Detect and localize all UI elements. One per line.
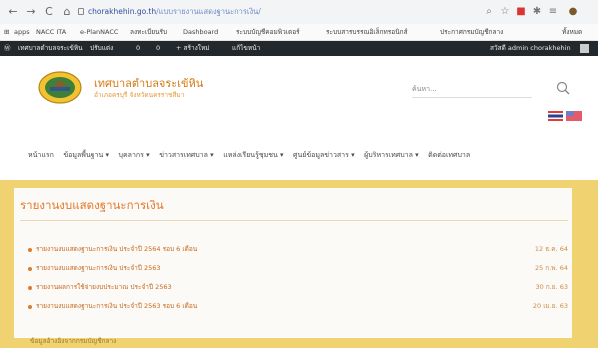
- nav-home[interactable]: หน้าแรก: [28, 150, 54, 161]
- bookmark-item[interactable]: ทั้งหมด: [562, 24, 582, 40]
- bookmark-item[interactable]: NACC ITA: [36, 24, 66, 40]
- user-avatar-icon[interactable]: [580, 44, 589, 53]
- admin-updates[interactable]: 0: [136, 41, 140, 56]
- bookmark-item[interactable]: ระบบบัญชีคอมพิวเตอร์: [236, 24, 300, 40]
- bullet-icon: [28, 305, 32, 309]
- search-icon[interactable]: [555, 80, 571, 96]
- nav-contact[interactable]: ติดต่อเทศบาล: [428, 150, 470, 161]
- nav-learning[interactable]: แหล่งเรียนรู้ชุมชน ▾: [223, 150, 283, 161]
- admin-bar: Ⓦ เทศบาลตำบลจระเข้หิน ปรับแต่ง 0 0 + สร้…: [0, 41, 598, 56]
- admin-customize[interactable]: ปรับแต่ง: [90, 41, 113, 56]
- back-icon[interactable]: ←: [6, 5, 20, 19]
- list-item-date: 12 ธ.ค. 64: [534, 245, 568, 253]
- language-flags: [548, 111, 582, 121]
- admin-site-link[interactable]: เทศบาลตำบลจระเข้หิน: [18, 41, 83, 56]
- search-input[interactable]: ค้นหา...: [412, 84, 532, 98]
- avatar[interactable]: ●: [566, 5, 580, 19]
- bullet-icon: [28, 267, 32, 271]
- bullet-icon: [28, 286, 32, 290]
- puzzle-icon[interactable]: ✱: [530, 5, 544, 19]
- admin-comments[interactable]: 0: [156, 41, 160, 56]
- title-divider: [20, 220, 568, 221]
- home-icon[interactable]: ⌂: [60, 5, 74, 19]
- bookmark-item[interactable]: apps: [14, 24, 30, 40]
- reload-icon[interactable]: C: [42, 5, 56, 19]
- list-item-date: 20 เม.ย. 63: [532, 302, 568, 310]
- admin-edit-page[interactable]: แก้ไขหน้า: [232, 41, 260, 56]
- apps-icon[interactable]: ⊞: [4, 24, 9, 40]
- bookmark-item[interactable]: e-PlanNACC: [80, 24, 118, 40]
- bullet-icon: [28, 248, 32, 252]
- list-item-title[interactable]: รายงานผลการใช้จ่ายงบประมาณ ประจำปี 2563: [36, 282, 172, 292]
- bookmark-item[interactable]: ลงทะเบียนรับ: [130, 24, 167, 40]
- nav-news[interactable]: ข่าวสารเทศบาล ▾: [159, 150, 213, 161]
- nav-basic-info[interactable]: ข้อมูลพื้นฐาน ▾: [63, 150, 109, 161]
- main-nav: หน้าแรก ข้อมูลพื้นฐาน ▾ บุคลากร ▾ ข่าวสา…: [28, 150, 477, 164]
- wordpress-icon[interactable]: Ⓦ: [4, 41, 11, 56]
- footer-note: ข้อมูลอ้างอิงจากกรมบัญชีกลาง: [30, 337, 117, 345]
- nav-staff[interactable]: บุคลากร ▾: [119, 150, 150, 161]
- admin-user[interactable]: สวัสดี admin chorakhehin: [490, 41, 571, 56]
- bookmarks-bar: ⊞ apps NACC ITA e-PlanNACC ลงทะเบียนรับ …: [0, 24, 598, 41]
- list-item-date: 30 ก.ย. 63: [535, 283, 568, 291]
- url-domain: chorakhehin.go.th: [88, 7, 157, 16]
- english-flag-icon[interactable]: [566, 111, 582, 121]
- browser-toolbar: ← → C ⌂ chorakhehin.go.th/แบบรายงานแสดงฐ…: [0, 0, 598, 25]
- nav-executives[interactable]: ผู้บริหารเทศบาล ▾: [364, 150, 418, 161]
- bookmark-item[interactable]: Dashboard: [183, 24, 218, 40]
- address-bar[interactable]: chorakhehin.go.th/แบบรายงานแสดงฐานะการเง…: [88, 5, 448, 19]
- list-item-date: 25 ก.พ. 64: [534, 264, 568, 272]
- forward-icon[interactable]: →: [24, 5, 38, 19]
- list-item[interactable]: รายงานงบแสดงฐานะการเงิน ประจำปี 2563 รอบ…: [28, 301, 568, 313]
- list-item-title[interactable]: รายงานงบแสดงฐานะการเงิน ประจำปี 2564 รอบ…: [36, 244, 197, 254]
- search-page-icon[interactable]: ⌕: [482, 5, 496, 19]
- reading-list-icon[interactable]: ≡: [546, 5, 560, 19]
- list-item-title[interactable]: รายงานงบแสดงฐานะการเงิน ประจำปี 2563 รอบ…: [36, 301, 197, 311]
- thai-flag-icon[interactable]: [548, 111, 563, 121]
- page-title: รายงานงบแสดงฐานะการเงิน: [20, 198, 164, 212]
- star-icon[interactable]: ☆: [498, 5, 512, 19]
- list-item[interactable]: รายงานงบแสดงฐานะการเงิน ประจำปี 2563 25 …: [28, 263, 568, 275]
- municipality-seal-logo[interactable]: [38, 71, 82, 104]
- nav-info-center[interactable]: ศูนย์ข้อมูลข่าวสาร ▾: [293, 150, 355, 161]
- url-path: /แบบรายงานแสดงฐานะการเงิน/: [156, 7, 261, 16]
- bookmark-item[interactable]: ระบบสารบรรณอิเล็กทรอนิกส์: [326, 24, 408, 40]
- list-item-title[interactable]: รายงานงบแสดงฐานะการเงิน ประจำปี 2563: [36, 263, 161, 273]
- admin-new[interactable]: + สร้างใหม่: [176, 41, 210, 56]
- extension-icon[interactable]: ■: [514, 5, 528, 19]
- list-item[interactable]: รายงานผลการใช้จ่ายงบประมาณ ประจำปี 2563 …: [28, 282, 568, 294]
- site-subtitle: อำเภอครบุรี จังหวัดนครราชสีมา: [94, 91, 185, 99]
- bookmark-item[interactable]: ประกาศกรมบัญชีกลาง: [440, 24, 503, 40]
- list-item[interactable]: รายงานงบแสดงฐานะการเงิน ประจำปี 2564 รอบ…: [28, 244, 568, 256]
- lock-icon: [78, 8, 84, 15]
